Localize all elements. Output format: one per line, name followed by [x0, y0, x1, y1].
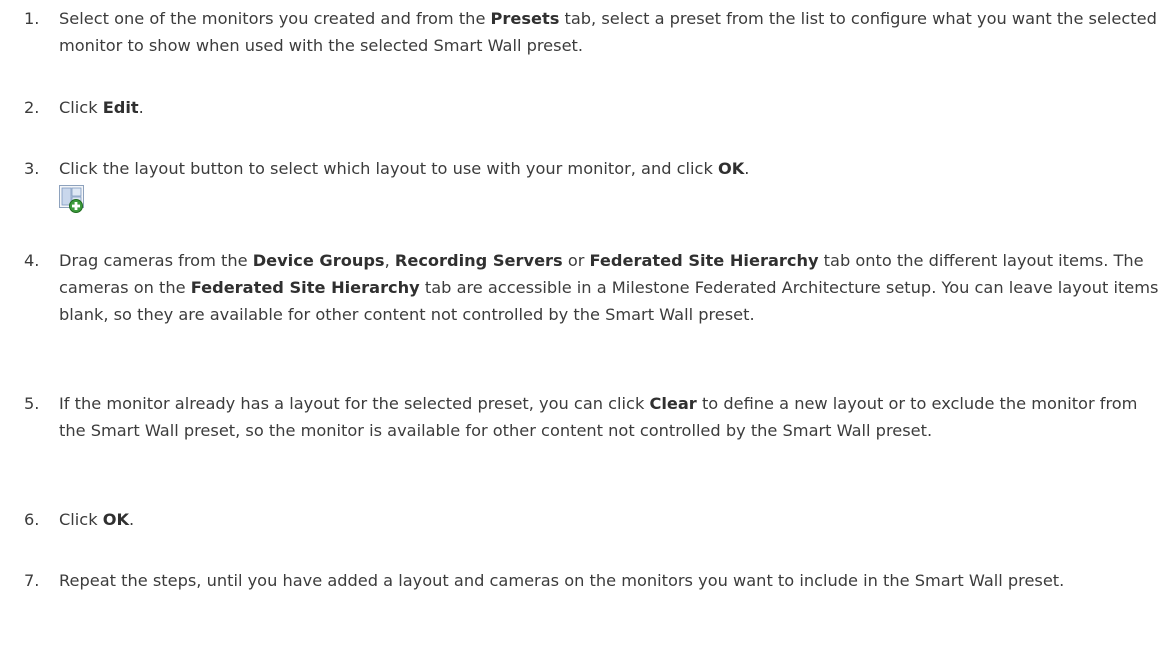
ui-term-device-groups: Device Groups [252, 251, 385, 270]
step-text-segment: Click [59, 510, 103, 529]
step-text: If the monitor already has a layout for … [59, 390, 1160, 444]
ui-term-federated-site-hierarchy: Federated Site Hierarchy [589, 251, 819, 270]
ui-term-edit: Edit [102, 98, 139, 117]
step-number: 3. [24, 159, 40, 178]
step-text-segment: Click the layout button to select which … [59, 159, 718, 178]
step-text-segment: Drag cameras from the [59, 251, 253, 270]
step-number: 7. [24, 571, 40, 590]
step-text-segment: . [138, 98, 144, 117]
document-page: 1. Select one of the monitors you create… [0, 0, 1168, 647]
step-text-segment: Select one of the monitors you created a… [59, 9, 491, 28]
ui-term-federated-site-hierarchy: Federated Site Hierarchy [190, 278, 420, 297]
ui-term-ok: OK [717, 159, 745, 178]
step-text: Select one of the monitors you created a… [59, 5, 1160, 59]
step-text: Repeat the steps, until you have added a… [59, 567, 1160, 594]
ui-term-recording-servers: Recording Servers [394, 251, 563, 270]
step-text-segment: , [384, 251, 395, 270]
step-text: Click OK. [59, 506, 1160, 533]
ui-term-ok: OK [102, 510, 130, 529]
step-number: 2. [24, 98, 40, 117]
step-text: Click the layout button to select which … [59, 155, 1160, 216]
step-text-segment: Repeat the steps, until you have added a… [59, 571, 1065, 590]
ui-term-clear: Clear [649, 394, 697, 413]
step-number: 5. [24, 394, 40, 413]
step-number: 1. [24, 9, 40, 28]
step-text: Click Edit. [59, 94, 1160, 121]
ui-term-presets: Presets [490, 9, 560, 28]
step-text: Drag cameras from the Device Groups, Rec… [59, 247, 1160, 328]
step-text-segment: Click [59, 98, 103, 117]
step-text-segment: or [562, 251, 590, 270]
step-number: 6. [24, 510, 40, 529]
layout-add-icon [59, 185, 84, 213]
step-text-segment: . [129, 510, 135, 529]
step-text-segment: . [744, 159, 750, 178]
step-number: 4. [24, 251, 40, 270]
step-text-segment: If the monitor already has a layout for … [59, 394, 650, 413]
